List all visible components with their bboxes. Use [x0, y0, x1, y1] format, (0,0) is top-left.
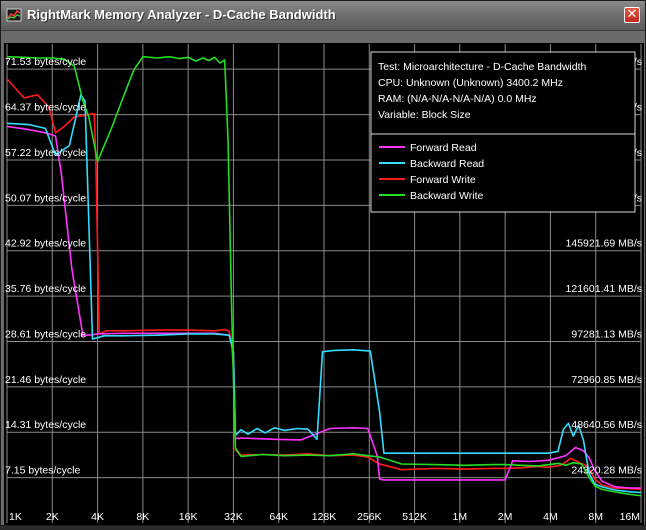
legend-label: Forward Write	[410, 174, 476, 186]
bandwidth-chart: 7.15 bytes/cycle 24320.28 MB/s 14.31 bytes…	[5, 44, 642, 523]
x-tick-label: 8K	[136, 511, 149, 523]
info-test: Test: Microarchitecture - D-Cache Bandwi…	[378, 61, 586, 73]
window-title: RightMark Memory Analyzer - D-Cache Band…	[27, 7, 336, 22]
info-box: Test: Microarchitecture - D-Cache Bandwi…	[370, 51, 636, 213]
y-tick-label-left: 42.92 bytes/cycle	[5, 238, 86, 250]
x-tick-label: 16M	[620, 511, 640, 523]
x-tick-label: 4K	[91, 511, 104, 523]
x-tick-label: 4M	[543, 511, 558, 523]
x-axis-labels: 1K 2K 4K 8K 16K 32K 64K 128K 256K 512K 1M 2M 4M 8M 16M	[9, 511, 640, 523]
x-tick-label: 2K	[46, 511, 59, 523]
x-tick-label: 8M	[588, 511, 603, 523]
y-tick-label-left: 7.15 bytes/cycle	[5, 465, 80, 477]
legend-label: Backward Write	[410, 190, 483, 202]
chart-area: 7.15 bytes/cycle 24320.28 MB/s 14.31 bytes…	[4, 43, 644, 525]
info-ram: RAM: (N/A-N/A-N/A-N/A) 0.0 MHz	[378, 93, 537, 105]
y-tick-label-right: 121601.41 MB/s	[566, 283, 642, 295]
x-tick-label: 512K	[402, 511, 427, 523]
x-tick-label: 16K	[179, 511, 198, 523]
x-tick-label: 1M	[453, 511, 468, 523]
x-tick-label: 64K	[269, 511, 288, 523]
y-tick-label-right: 72960.85 MB/s	[571, 374, 642, 386]
x-tick-label: 256K	[357, 511, 382, 523]
y-tick-label-left: 14.31 bytes/cycle	[5, 419, 86, 431]
x-tick-label: 1K	[9, 511, 22, 523]
x-tick-label: 32K	[224, 511, 243, 523]
y-tick-label-left: 64.37 bytes/cycle	[5, 102, 86, 114]
info-cpu: CPU: Unknown (Unknown) 3400.2 MHz	[378, 77, 563, 89]
app-window: RightMark Memory Analyzer - D-Cache Band…	[0, 0, 646, 526]
y-tick-label-left: 71.53 bytes/cycle	[5, 56, 86, 68]
close-icon: ✕	[626, 7, 638, 22]
y-tick-label-right: 97281.13 MB/s	[571, 328, 642, 340]
y-tick-label-left: 50.07 bytes/cycle	[5, 192, 86, 204]
y-tick-label-right: 145921.69 MB/s	[566, 238, 642, 250]
title-bar[interactable]: RightMark Memory Analyzer - D-Cache Band…	[1, 1, 645, 31]
legend-label: Backward Read	[410, 158, 484, 170]
x-tick-label: 128K	[312, 511, 337, 523]
y-tick-label-right: 24320.28 MB/s	[571, 465, 642, 477]
y-tick-label-left: 21.46 bytes/cycle	[5, 374, 86, 386]
info-variable: Variable: Block Size	[378, 109, 471, 121]
y-tick-label-right: 48640.56 MB/s	[571, 419, 642, 431]
y-tick-label-left: 28.61 bytes/cycle	[5, 328, 86, 340]
y-tick-label-left: 57.22 bytes/cycle	[5, 147, 86, 159]
y-tick-label-left: 35.76 bytes/cycle	[5, 283, 86, 295]
app-icon	[6, 8, 22, 22]
legend-label: Forward Read	[410, 142, 477, 154]
x-tick-label: 2M	[498, 511, 513, 523]
close-button[interactable]: ✕	[624, 7, 640, 23]
info-box-frame	[370, 51, 636, 213]
